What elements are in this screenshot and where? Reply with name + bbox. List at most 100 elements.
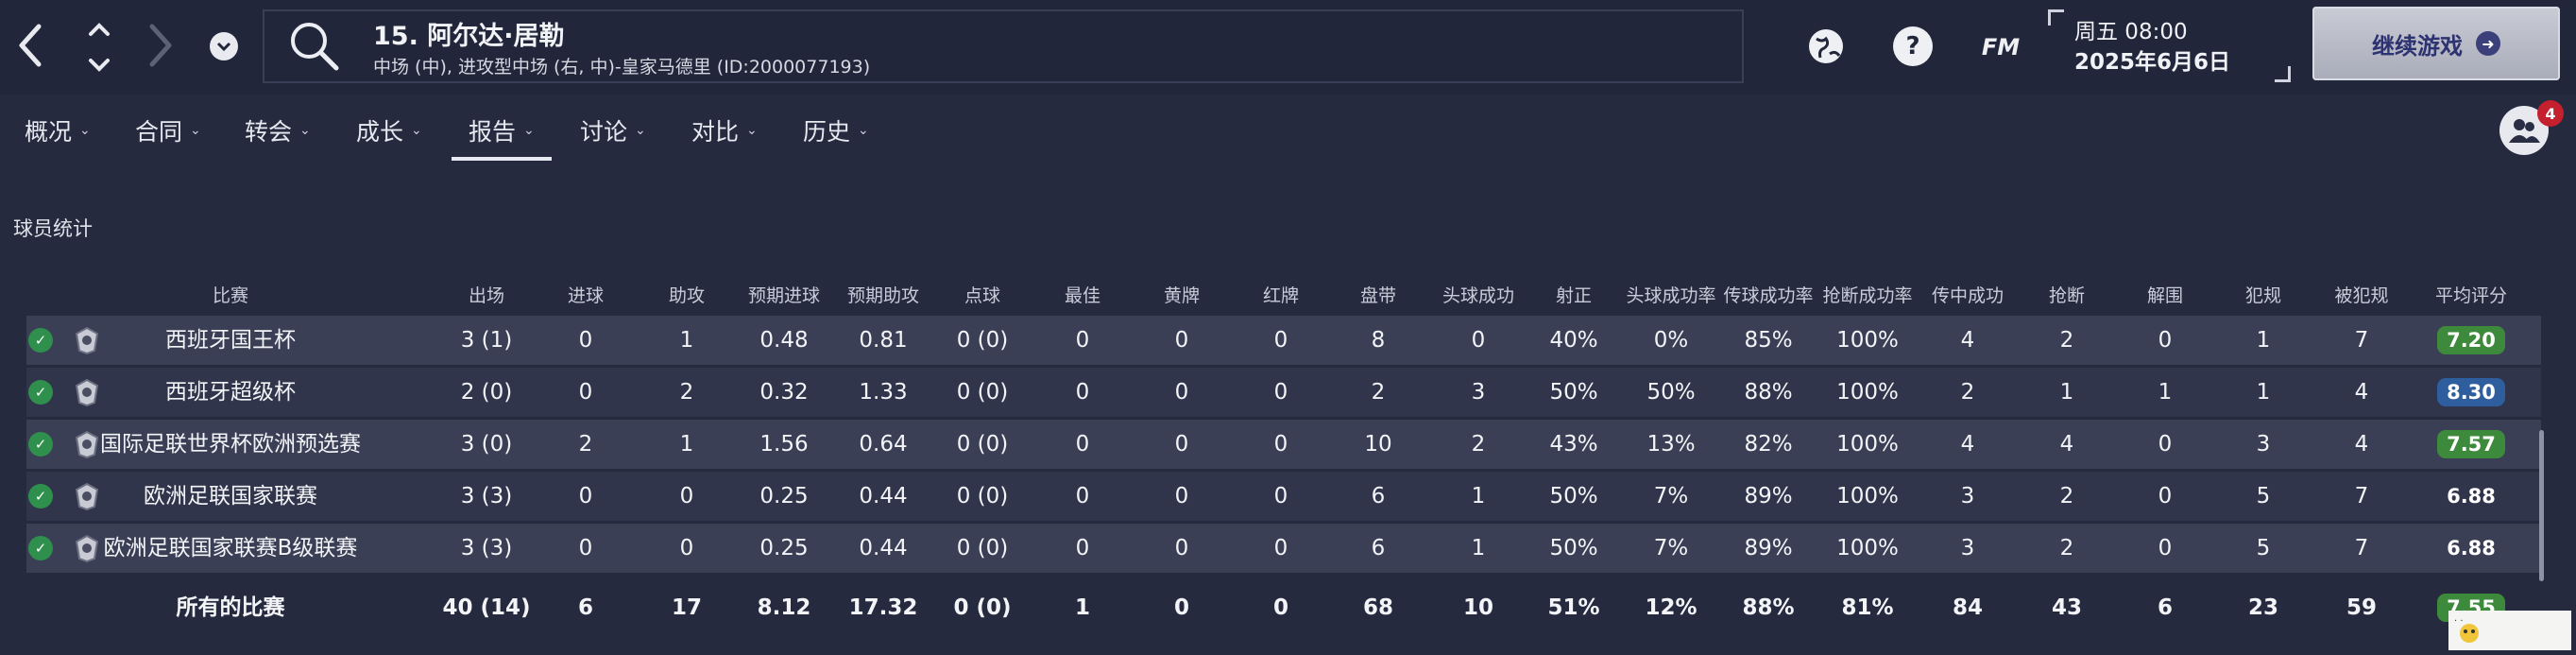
people-icon — [2509, 119, 2540, 143]
table-row[interactable]: ✓ 欧洲足联国家联赛 3 (3) 0 0 0.25 0.44 0 (0) 0 0 0 6 1 50% 7% 8… — [26, 472, 2541, 521]
tab-transfer[interactable]: 转会 ⌄ — [245, 104, 311, 157]
up-down-button[interactable] — [83, 19, 115, 76]
col-header[interactable]: 预期助攻 — [847, 282, 919, 307]
col-header[interactable]: 传球成功率 — [1723, 282, 1813, 307]
col-header[interactable]: 点球 — [964, 282, 1000, 307]
table-row[interactable]: ✓ 西班牙国王杯 3 (1) 0 1 0.48 0.81 0 (0) 0 0 0 8 0 40% 0% 85%… — [26, 316, 2541, 365]
stat-cell: 4 — [2354, 432, 2369, 457]
competition-name[interactable]: 西班牙超级杯 — [165, 368, 296, 417]
stat-cell: 0 — [679, 536, 694, 560]
col-header[interactable]: 解围 — [2147, 282, 2183, 307]
stat-cell: 100% — [1836, 536, 1899, 560]
help-icon[interactable]: ? — [1893, 26, 1933, 66]
average-rating-badge: 7.20 — [2437, 326, 2505, 354]
col-header[interactable]: 射正 — [1556, 282, 1592, 307]
stat-cell: 0 — [1075, 484, 1090, 508]
tab-overview[interactable]: 概况 ⌄ — [25, 104, 91, 157]
checkmark-icon[interactable]: ✓ — [28, 484, 53, 508]
stat-cell: 2 — [1960, 380, 1975, 405]
history-dropdown-button[interactable] — [210, 32, 238, 60]
col-header[interactable]: 比赛 — [213, 282, 248, 307]
continue-game-button[interactable]: 继续游戏 ➜ — [2312, 7, 2560, 80]
total-stat-cell: 0 — [1173, 595, 1190, 620]
competition-emblem-icon — [72, 481, 102, 511]
col-header[interactable]: 被犯规 — [2334, 282, 2388, 307]
col-header[interactable]: 头球成功 — [1442, 282, 1514, 307]
stat-cell: 50% — [1549, 380, 1598, 405]
col-header[interactable]: 黄牌 — [1164, 282, 1200, 307]
stat-cell: 7 — [2354, 328, 2369, 353]
total-stat-cell: 59 — [2346, 595, 2378, 620]
tab-compare[interactable]: 对比 ⌄ — [691, 104, 758, 157]
game-datetime[interactable]: 周五 08:00 2025年6月6日 — [2074, 17, 2230, 78]
stat-cell: 0.25 — [759, 484, 809, 508]
col-header[interactable]: 最佳 — [1065, 282, 1100, 307]
col-header[interactable]: 进球 — [568, 282, 604, 307]
table-scrollbar[interactable] — [2539, 430, 2544, 581]
stat-cell: 85% — [1744, 328, 1793, 353]
stat-cell: 2 — [2059, 536, 2074, 560]
competition-name[interactable]: 欧洲足联国家联赛B级联赛 — [104, 524, 358, 573]
tab-label: 历史 — [803, 118, 851, 146]
globe-icon[interactable] — [1806, 26, 1846, 66]
stat-cell: 40% — [1549, 328, 1598, 353]
col-header[interactable]: 抢断成功率 — [1822, 282, 1912, 307]
stat-cell: 3 — [1960, 484, 1975, 508]
tab-development[interactable]: 成长 ⌄ — [356, 104, 422, 157]
stat-cell: 1 — [2059, 380, 2074, 405]
tab-label: 转会 — [245, 118, 293, 146]
stat-cell: 7% — [1653, 484, 1689, 508]
tab-reports[interactable]: 报告 ⌄ — [452, 104, 552, 161]
table-row[interactable]: ✓ 欧洲足联国家联赛B级联赛 3 (3) 0 0 0.25 0.44 0 (0) 0 0 0 6 1 50… — [26, 524, 2541, 573]
checkmark-icon[interactable]: ✓ — [28, 432, 53, 457]
competition-name[interactable]: 欧洲足联国家联赛 — [144, 472, 317, 521]
chevron-down-icon: ⌄ — [858, 123, 869, 138]
day-time: 周五 08:00 — [2074, 20, 2188, 44]
total-stat-cell: 84 — [1952, 595, 1984, 620]
col-header[interactable]: 红牌 — [1263, 282, 1299, 307]
stat-cell: 5 — [2256, 484, 2271, 508]
fm-logo[interactable]: FM — [1974, 30, 2027, 64]
arrow-right-icon: ➜ — [2476, 31, 2500, 56]
stat-cell: 0 — [578, 484, 593, 508]
tab-discussion[interactable]: 讨论 ⌄ — [580, 104, 646, 157]
stat-cell: 0.81 — [859, 328, 908, 353]
back-button[interactable] — [11, 21, 49, 70]
col-header[interactable]: 抢断 — [2049, 282, 2085, 307]
stat-cell: 1 — [2158, 380, 2173, 405]
chevron-left-icon — [19, 24, 42, 67]
stat-cell: 1 — [679, 432, 694, 457]
search-icon[interactable] — [285, 17, 342, 74]
col-header[interactable]: 助攻 — [669, 282, 705, 307]
stat-cell: 0 — [578, 380, 593, 405]
table-row[interactable]: ✓ 国际足联世界杯欧洲预选赛 3 (0) 2 1 1.56 0.64 0 (0) 0 0 0 10 2 4… — [26, 420, 2541, 469]
competition-name[interactable]: 国际足联世界杯欧洲预选赛 — [100, 420, 361, 469]
stat-cell: 7% — [1653, 536, 1689, 560]
average-rating-badge: 7.57 — [2437, 430, 2505, 458]
total-stat-cell: 40 (14) — [442, 595, 531, 620]
average-rating-badge: 8.30 — [2437, 378, 2505, 406]
col-header[interactable]: 预期进球 — [748, 282, 820, 307]
col-header[interactable]: 犯规 — [2245, 282, 2281, 307]
stat-cell: 0 — [1471, 328, 1486, 353]
checkmark-icon[interactable]: ✓ — [28, 380, 53, 405]
col-header[interactable]: 盘带 — [1360, 282, 1396, 307]
forward-button[interactable] — [142, 21, 179, 70]
col-header[interactable]: 传中成功 — [1932, 282, 2004, 307]
competition-name[interactable]: 西班牙国王杯 — [165, 316, 296, 365]
col-header[interactable]: 出场 — [469, 282, 504, 307]
stat-cell: 50% — [1549, 484, 1598, 508]
col-header[interactable]: 平均评分 — [2435, 282, 2507, 307]
section-title: 球员统计 — [13, 217, 93, 240]
stat-cell: 7 — [2354, 484, 2369, 508]
tab-contract[interactable]: 合同 ⌄ — [135, 104, 201, 157]
table-row[interactable]: ✓ 西班牙超级杯 2 (0) 0 2 0.32 1.33 0 (0) 0 0 0 2 3 50% 50% 88… — [26, 368, 2541, 417]
checkmark-icon[interactable]: ✓ — [28, 536, 53, 560]
total-stat-cell: 12% — [1645, 595, 1697, 620]
datetime-corner-tl — [2048, 9, 2064, 26]
stat-cell: 2 — [1471, 432, 1486, 457]
col-header[interactable]: 头球成功率 — [1626, 282, 1715, 307]
tab-history[interactable]: 历史 ⌄ — [803, 104, 869, 157]
stat-cell: 2 — [578, 432, 593, 457]
checkmark-icon[interactable]: ✓ — [28, 328, 53, 353]
